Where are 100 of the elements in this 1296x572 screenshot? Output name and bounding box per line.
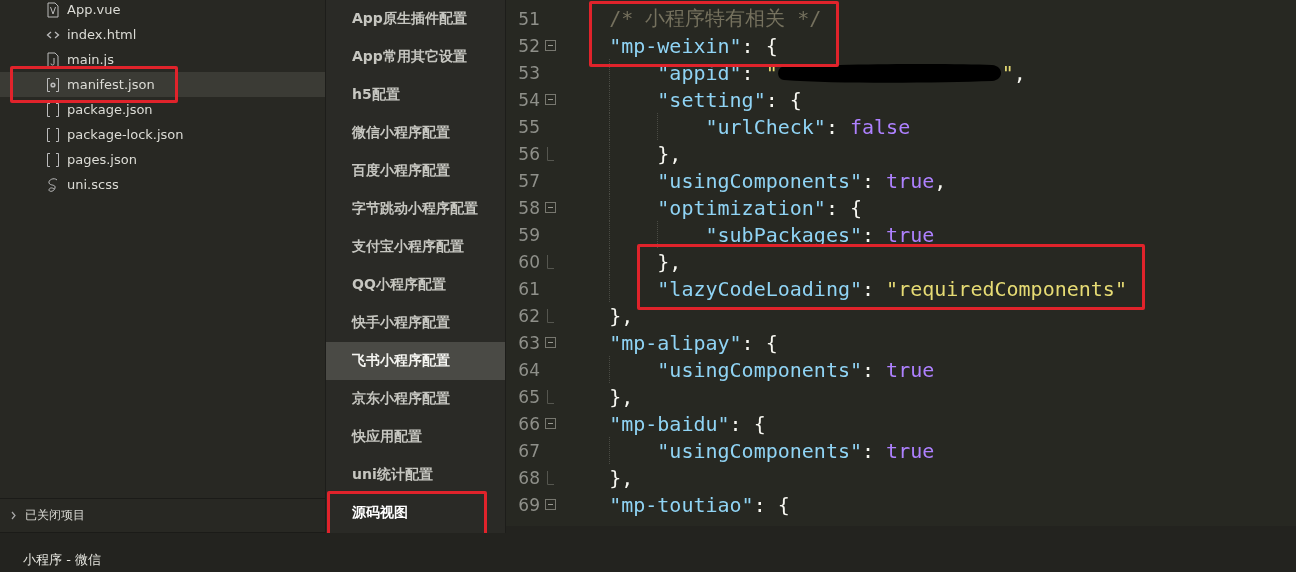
code-punctuation: : { — [753, 492, 790, 517]
code-punctuation: : { — [765, 87, 802, 112]
line-number: 58 — [517, 197, 540, 218]
json-key: "mp-alipay" — [609, 330, 742, 355]
code-punctuation: }, — [657, 249, 682, 274]
boolean-value: true — [886, 168, 935, 193]
vue-file-icon — [46, 1, 60, 18]
code-punctuation: : { — [741, 33, 778, 58]
config-nav-item[interactable]: 京东小程序配置 — [326, 380, 505, 418]
line-number: 57 — [517, 170, 540, 191]
file-name: pages.json — [67, 152, 137, 167]
boolean-value: true — [886, 438, 935, 463]
code-punctuation: }, — [657, 141, 682, 166]
file-item[interactable]: pages.json — [0, 147, 325, 172]
line-number: 53 — [517, 62, 540, 83]
collapse-icon[interactable] — [545, 499, 556, 510]
config-nav-item[interactable]: h5配置 — [326, 76, 505, 114]
json-key: "setting" — [657, 87, 766, 112]
collapse-icon[interactable] — [545, 418, 556, 429]
brackets-icon — [46, 126, 60, 143]
file-name: App.vue — [67, 2, 121, 17]
file-name: package-lock.json — [67, 127, 184, 142]
file-item[interactable]: package.json — [0, 97, 325, 122]
file-name: index.html — [67, 27, 137, 42]
json-key: "lazyCodeLoading" — [657, 276, 862, 301]
file-item[interactable]: App.vue — [0, 0, 325, 22]
file-name: uni.scss — [67, 177, 119, 192]
config-nav-item[interactable]: App常用其它设置 — [326, 38, 505, 76]
string-value: " — [1001, 60, 1014, 85]
line-number: 61 — [517, 278, 540, 299]
line-number: 54 — [517, 89, 540, 110]
json-key: "mp-baidu" — [609, 411, 730, 436]
config-nav-item[interactable]: uni统计配置 — [326, 456, 505, 494]
code-punctuation: : — [825, 114, 839, 139]
line-number: 63 — [517, 332, 540, 353]
code-punctuation: : — [862, 438, 876, 463]
code-punctuation: : { — [741, 330, 778, 355]
code-punctuation: : — [741, 60, 755, 85]
code-punctuation: }, — [609, 303, 634, 328]
line-number: 68 — [517, 467, 540, 488]
line-number: 62 — [517, 305, 540, 326]
file-item[interactable]: manifest.json — [0, 72, 325, 97]
closed-projects-label: 已关闭项目 — [25, 507, 85, 524]
boolean-value: true — [886, 222, 935, 247]
collapse-icon[interactable] — [545, 337, 556, 348]
json-key: "usingComponents" — [657, 438, 862, 463]
line-number: 69 — [517, 494, 540, 515]
config-nav-item[interactable]: 微信小程序配置 — [326, 114, 505, 152]
file-item[interactable]: index.html — [0, 22, 325, 47]
boolean-value: false — [850, 114, 911, 139]
json-key: "optimization" — [657, 195, 826, 220]
code-punctuation: : — [862, 168, 876, 193]
gear-file-icon — [46, 76, 60, 93]
code-punctuation: }, — [609, 384, 634, 409]
collapse-icon[interactable] — [545, 94, 556, 105]
line-number: 56 — [517, 143, 540, 164]
json-key: "usingComponents" — [657, 357, 862, 382]
config-nav-item[interactable]: 飞书小程序配置 — [326, 342, 505, 380]
file-item[interactable]: uni.scss — [0, 172, 325, 197]
file-name: manifest.json — [67, 77, 155, 92]
json-key: "appid" — [657, 60, 742, 85]
code-punctuation: : — [862, 222, 876, 247]
line-number: 65 — [517, 386, 540, 407]
code-punctuation: : — [862, 276, 876, 301]
file-item[interactable]: package-lock.json — [0, 122, 325, 147]
code-comment: /* 小程序特有相关 */ — [609, 5, 822, 32]
js-file-icon — [46, 51, 60, 68]
line-number: 52 — [517, 35, 540, 56]
json-key: "subPackages" — [705, 222, 862, 247]
json-key: "mp-weixin" — [609, 33, 742, 58]
config-nav-item[interactable]: 源码视图 — [326, 494, 505, 532]
config-nav-item[interactable]: 百度小程序配置 — [326, 152, 505, 190]
code-punctuation: : { — [729, 411, 766, 436]
boolean-value: true — [886, 357, 935, 382]
file-item[interactable]: main.js — [0, 47, 325, 72]
line-number: 59 — [517, 224, 540, 245]
config-nav-item[interactable]: 支付宝小程序配置 — [326, 228, 505, 266]
line-number: 67 — [517, 440, 540, 461]
config-nav-item[interactable]: 快应用配置 — [326, 418, 505, 456]
code-punctuation: , — [934, 168, 947, 193]
line-number: 64 — [517, 359, 540, 380]
config-nav-item[interactable]: 字节跳动小程序配置 — [326, 190, 505, 228]
code-punctuation: , — [1013, 60, 1026, 85]
json-key: "usingComponents" — [657, 168, 862, 193]
file-name: main.js — [67, 52, 114, 67]
collapse-icon[interactable] — [545, 40, 556, 51]
json-key: "mp-toutiao" — [609, 492, 754, 517]
brackets-icon — [46, 151, 60, 168]
config-nav-item[interactable]: 快手小程序配置 — [326, 304, 505, 342]
line-number: 55 — [517, 116, 540, 137]
string-value: "requiredComponents" — [886, 276, 1127, 301]
file-name: package.json — [67, 102, 153, 117]
collapse-icon[interactable] — [545, 202, 556, 213]
status-text: 小程序 - 微信 — [23, 551, 101, 569]
closed-projects-row[interactable]: 已关闭项目 — [0, 498, 325, 533]
brackets-icon — [46, 101, 60, 118]
config-nav-item[interactable]: QQ小程序配置 — [326, 266, 505, 304]
code-punctuation: }, — [609, 465, 634, 490]
config-nav-item[interactable]: App原生插件配置 — [326, 0, 505, 38]
code-punctuation: : { — [825, 195, 862, 220]
